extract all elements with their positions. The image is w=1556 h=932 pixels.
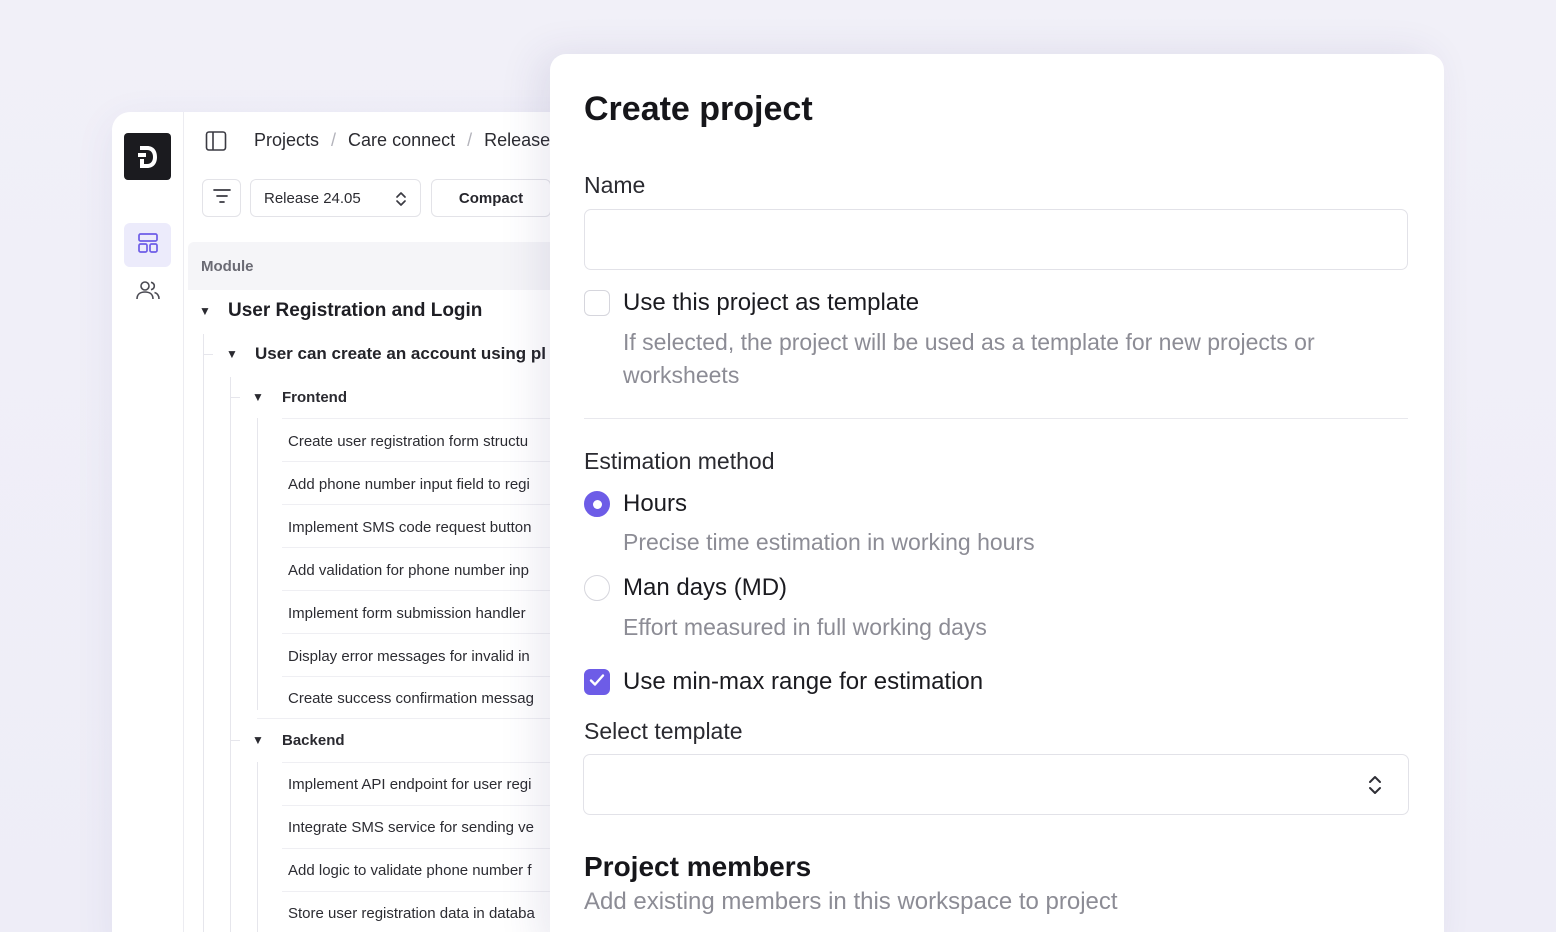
task-row[interactable]: Implement API endpoint for user regi xyxy=(288,774,550,794)
tree-guide xyxy=(230,397,240,398)
task-row[interactable]: Store user registration data in databa xyxy=(288,903,550,923)
tree-guide xyxy=(257,418,258,710)
task-row[interactable]: Create user registration form structu xyxy=(288,431,550,451)
task-label: Implement SMS code request button xyxy=(288,518,532,536)
row-divider xyxy=(282,762,582,763)
task-label: Create success confirmation messag xyxy=(288,689,534,707)
filter-button[interactable] xyxy=(202,179,241,217)
row-divider xyxy=(282,805,582,806)
project-members-subtitle: Add existing members in this workspace t… xyxy=(584,888,1118,915)
sidebar-toggle-icon[interactable] xyxy=(204,129,228,153)
min-max-range-label[interactable]: Use min-max range for estimation xyxy=(623,668,983,696)
module-label: User Registration and Login xyxy=(228,300,483,321)
compact-view-button[interactable]: Compact xyxy=(431,179,551,217)
project-name-input[interactable] xyxy=(584,209,1408,270)
tree-row-group-frontend[interactable]: ▼ Frontend xyxy=(252,387,347,407)
task-row[interactable]: Add phone number input field to regi xyxy=(288,474,550,494)
row-divider xyxy=(282,547,582,548)
tree-guide xyxy=(230,740,240,741)
tree-guide xyxy=(230,377,231,932)
task-label: Implement API endpoint for user regi xyxy=(288,775,532,793)
breadcrumb-projects[interactable]: Projects xyxy=(254,130,319,151)
hours-radio-label[interactable]: Hours xyxy=(623,490,687,518)
task-label: Add validation for phone number inp xyxy=(288,561,529,579)
row-divider xyxy=(282,848,582,849)
task-row[interactable]: Create success confirmation messag xyxy=(288,688,550,708)
brand-logo-icon[interactable] xyxy=(124,133,171,180)
tree-guide xyxy=(203,354,213,355)
task-row[interactable]: Implement form submission handler xyxy=(288,603,550,623)
tree-guide xyxy=(257,762,258,932)
row-divider xyxy=(282,676,582,677)
release-select[interactable]: Release 24.05 xyxy=(250,179,421,217)
breadcrumb-separator: / xyxy=(331,130,337,150)
triangle-down-icon[interactable]: ▼ xyxy=(252,390,266,404)
chevron-up-down-icon xyxy=(1367,774,1383,801)
row-divider xyxy=(282,891,582,892)
tree-guide xyxy=(203,334,204,932)
create-project-dialog: Create project Name Use this project as … xyxy=(550,54,1444,932)
task-label: Add logic to validate phone number f xyxy=(288,861,532,879)
story-label: User can create an account using pl xyxy=(255,344,546,363)
chevron-up-down-icon xyxy=(395,191,407,211)
row-divider xyxy=(257,718,582,719)
estimation-method-label: Estimation method xyxy=(584,448,775,474)
row-divider xyxy=(282,504,582,505)
breadcrumb-release[interactable]: Release xyxy=(484,130,550,151)
tree-row-group-backend[interactable]: ▼ Backend xyxy=(252,730,345,750)
task-label: Add phone number input field to regi xyxy=(288,475,530,493)
triangle-down-icon[interactable]: ▼ xyxy=(252,733,266,747)
task-label: Create user registration form structu xyxy=(288,432,529,450)
group-label: Frontend xyxy=(282,388,347,406)
template-checkbox[interactable] xyxy=(584,290,610,316)
group-label: Backend xyxy=(282,731,345,749)
users-icon xyxy=(135,278,161,307)
man-days-radio-label[interactable]: Man days (MD) xyxy=(623,574,787,602)
man-days-radio[interactable] xyxy=(584,575,610,601)
name-label: Name xyxy=(584,172,646,198)
template-select[interactable] xyxy=(583,754,1409,815)
section-divider xyxy=(584,418,1408,419)
task-row[interactable]: Add validation for phone number inp xyxy=(288,560,550,580)
hours-radio-help: Precise time estimation in working hours xyxy=(623,529,1035,555)
min-max-range-checkbox[interactable] xyxy=(584,669,610,695)
triangle-down-icon[interactable]: ▼ xyxy=(226,347,240,361)
task-label: Integrate SMS service for sending ve xyxy=(288,818,534,836)
triangle-down-icon[interactable]: ▼ xyxy=(199,304,213,318)
nav-members-button[interactable] xyxy=(124,270,171,314)
task-row[interactable]: Integrate SMS service for sending ve xyxy=(288,817,550,837)
project-members-title: Project members xyxy=(584,851,812,882)
breadcrumb-care-connect[interactable]: Care connect xyxy=(348,130,455,151)
breadcrumb-separator: / xyxy=(467,130,473,150)
template-checkbox-help: If selected, the project will be used as… xyxy=(623,329,1315,388)
tree-row-module[interactable]: ▼ User Registration and Login xyxy=(199,299,482,323)
tree-row-story[interactable]: ▼ User can create an account using pl xyxy=(226,343,566,365)
release-select-value: Release 24.05 xyxy=(264,189,361,207)
layout-board-icon xyxy=(136,231,160,260)
task-row[interactable]: Add logic to validate phone number f xyxy=(288,860,550,880)
check-icon xyxy=(589,673,605,692)
dialog-title: Create project xyxy=(584,90,813,128)
nav-rail xyxy=(112,112,184,932)
row-divider xyxy=(282,633,582,634)
template-checkbox-label[interactable]: Use this project as template xyxy=(623,289,919,317)
filter-icon xyxy=(212,187,232,210)
task-label: Implement form submission handler xyxy=(288,604,526,622)
task-row[interactable]: Display error messages for invalid in xyxy=(288,646,550,666)
row-divider xyxy=(282,418,582,419)
row-divider xyxy=(282,590,582,591)
select-template-label: Select template xyxy=(584,718,743,744)
breadcrumb: Projects / Care connect / Release xyxy=(254,130,550,151)
row-divider xyxy=(282,461,582,462)
task-label: Display error messages for invalid in xyxy=(288,647,530,665)
nav-board-button[interactable] xyxy=(124,223,171,267)
task-row[interactable]: Implement SMS code request button xyxy=(288,517,550,537)
man-days-radio-help: Effort measured in full working days xyxy=(623,614,987,640)
hours-radio[interactable] xyxy=(584,491,610,517)
task-label: Store user registration data in databa xyxy=(288,904,535,922)
